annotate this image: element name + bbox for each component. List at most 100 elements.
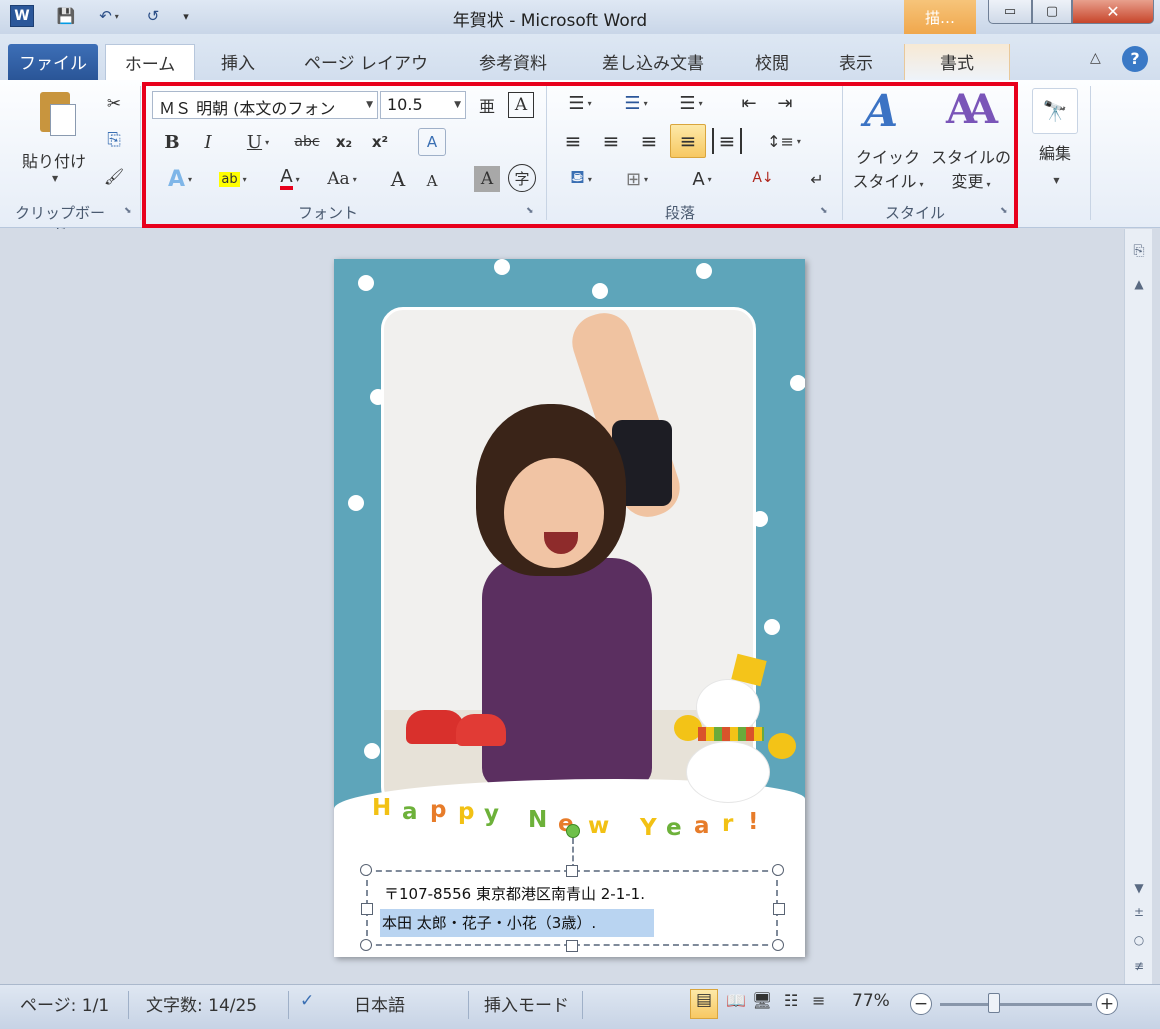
tab-review[interactable]: 校閲 [748, 44, 796, 80]
zoom-out-button[interactable]: − [910, 993, 932, 1015]
change-styles-icon[interactable]: AA [946, 86, 998, 142]
cut-icon[interactable]: ✂ [102, 92, 126, 116]
shading-button[interactable]: ⛾ ▾ [558, 166, 604, 192]
rotation-handle[interactable] [566, 824, 580, 838]
quick-styles-button[interactable]: クイック スタイル ▾ [850, 146, 926, 197]
editing-dropdown-icon[interactable]: ▼ [1053, 176, 1059, 185]
proofing-icon[interactable]: ✓ [300, 991, 314, 1011]
resize-handle-sw[interactable] [360, 939, 372, 951]
align-center-button[interactable]: ≡ [596, 128, 626, 154]
bullets-dropdown-icon[interactable]: ▾ [588, 99, 592, 108]
word-logo-icon[interactable]: W [10, 5, 34, 27]
sort-button[interactable]: A↓ [748, 164, 778, 192]
numbering-button[interactable]: ☰ ▾ [612, 90, 660, 116]
page-count[interactable]: ページ: 1/1 [20, 991, 109, 1016]
binoculars-icon[interactable]: 🔭 [1032, 88, 1078, 134]
close-button[interactable]: ✕ [1072, 0, 1154, 24]
tab-mailings[interactable]: 差し込み文書 [594, 44, 712, 80]
subscript-button[interactable]: x₂ [330, 130, 358, 154]
multilevel-dropdown-icon[interactable]: ▾ [699, 99, 703, 108]
quick-styles-dropdown-icon[interactable]: ▾ [920, 180, 924, 189]
browse-object-icon[interactable]: ○ [1125, 933, 1153, 947]
styles-launcher-icon[interactable]: ⬊ [1000, 206, 1008, 216]
ruler-toggle-icon[interactable]: ⎘ [1125, 243, 1153, 259]
resize-handle-e[interactable] [773, 903, 785, 915]
next-page-icon[interactable]: ≢ [1125, 959, 1153, 973]
justify-button[interactable]: ≡ [670, 124, 706, 158]
print-layout-icon[interactable]: ▤ [690, 989, 718, 1019]
draft-icon[interactable]: ≡ [812, 991, 825, 1010]
highlight-button[interactable]: ab ▾ [208, 166, 258, 192]
decrease-indent-button[interactable]: ⇤ [734, 90, 764, 116]
copy-icon[interactable]: ⎘ [102, 128, 126, 152]
minimize-button[interactable]: ▭ [988, 0, 1032, 24]
redo-icon[interactable]: ↺ [142, 5, 164, 27]
font-color-button[interactable]: A ▾ [266, 166, 314, 192]
bold-button[interactable]: B [160, 130, 184, 154]
format-painter-icon[interactable]: 🖌 [102, 164, 126, 188]
resize-handle-se[interactable] [772, 939, 784, 951]
change-styles-dropdown-icon[interactable]: ▾ [987, 180, 991, 189]
undo-dropdown-icon[interactable]: ▾ [115, 12, 119, 21]
font-size-combo[interactable]: 10.5 ▼ [380, 91, 466, 119]
font-name-combo[interactable]: ＭＳ 明朝 (本文のフォン ▼ [152, 91, 378, 119]
help-icon[interactable]: ? [1122, 46, 1148, 72]
multilevel-list-button[interactable]: ☰ ▾ [668, 90, 714, 116]
full-screen-reading-icon[interactable]: 📖 [726, 991, 746, 1010]
clipboard-launcher-icon[interactable]: ⬊ [124, 206, 132, 216]
font-color-dropdown-icon[interactable]: ▾ [296, 175, 300, 184]
enclose-chars-button[interactable]: 字 [508, 164, 536, 192]
numbering-dropdown-icon[interactable]: ▾ [644, 99, 648, 108]
borders-dropdown-icon[interactable]: ▾ [644, 175, 648, 184]
save-icon[interactable]: 💾 [54, 5, 78, 27]
clear-formatting-icon[interactable]: A [418, 128, 446, 156]
tab-references[interactable]: 参考資料 [470, 44, 556, 80]
bullets-button[interactable]: ☰ ▾ [558, 90, 602, 116]
strikethrough-button[interactable]: abc [290, 130, 324, 154]
zoom-level[interactable]: 77% [852, 991, 890, 1011]
scroll-up-icon[interactable]: ▲ [1125, 277, 1153, 291]
tab-format[interactable]: 書式 [904, 44, 1010, 80]
language-indicator[interactable]: 日本語 [354, 991, 405, 1016]
increase-indent-button[interactable]: ⇥ [770, 90, 800, 116]
paste-button[interactable]: 貼り付け [22, 148, 86, 172]
text-effects-button[interactable]: A ▾ [158, 166, 202, 192]
new-year-card[interactable]: H a p p y N e w Y e a r ! [334, 259, 805, 957]
char-border-icon[interactable]: A [508, 92, 534, 118]
underline-button[interactable]: U ▾ [234, 130, 282, 154]
highlight-dropdown-icon[interactable]: ▾ [243, 175, 247, 184]
line-spacing-dropdown-icon[interactable]: ▾ [797, 137, 801, 146]
distributed-button[interactable]: ≡ [712, 128, 742, 154]
scroll-down-icon[interactable]: ▼ [1125, 881, 1153, 895]
asian-layout-button[interactable]: A ▾ [680, 166, 724, 192]
shading-dropdown-icon[interactable]: ▾ [588, 175, 592, 184]
paragraph-launcher-icon[interactable]: ⬊ [820, 206, 828, 216]
font-launcher-icon[interactable]: ⬊ [526, 206, 534, 216]
font-size-dropdown-icon[interactable]: ▼ [454, 100, 461, 110]
resize-handle-ne[interactable] [772, 864, 784, 876]
resize-handle-w[interactable] [361, 903, 373, 915]
paste-icon[interactable] [34, 90, 80, 138]
tab-file[interactable]: ファイル [8, 44, 98, 80]
superscript-button[interactable]: x² [366, 130, 394, 154]
resize-handle-nw[interactable] [360, 864, 372, 876]
collapse-ribbon-icon[interactable]: △ [1090, 50, 1101, 66]
borders-button[interactable]: ⊞ ▾ [614, 166, 660, 192]
zoom-in-button[interactable]: + [1096, 993, 1118, 1015]
maximize-button[interactable]: ▢ [1032, 0, 1072, 24]
outline-icon[interactable]: ☷ [784, 991, 798, 1010]
tab-home[interactable]: ホーム [105, 44, 195, 80]
tab-page-layout[interactable]: ページ レイアウト [298, 44, 434, 99]
tab-view[interactable]: 表示 [832, 44, 880, 80]
names-line[interactable]: 本田 太郎・花子・小花（3歳）. [382, 912, 596, 933]
change-styles-button[interactable]: スタイルの 変更 ▾ [930, 146, 1012, 197]
text-effects-dropdown-icon[interactable]: ▾ [188, 175, 192, 184]
zoom-slider-knob[interactable] [988, 993, 1000, 1013]
contextual-tab-drawing[interactable]: 描… [904, 0, 976, 34]
phonetic-guide-icon[interactable]: 亜 [474, 92, 500, 118]
change-case-button[interactable]: Aa ▾ [320, 166, 364, 192]
word-count[interactable]: 文字数: 14/25 [146, 991, 257, 1016]
font-name-dropdown-icon[interactable]: ▼ [366, 100, 373, 110]
show-marks-button[interactable]: ↵ [804, 166, 830, 192]
customize-qat-icon[interactable]: ▾ [178, 5, 194, 27]
